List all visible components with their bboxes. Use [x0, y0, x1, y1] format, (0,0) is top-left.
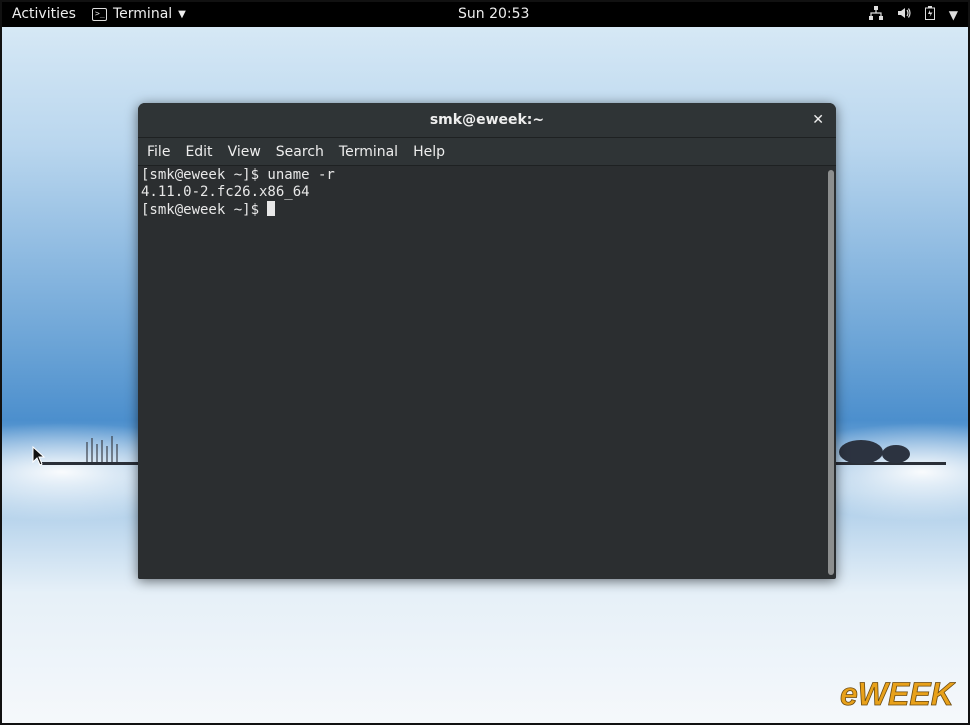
scrollbar[interactable]: [828, 170, 834, 575]
menu-edit[interactable]: Edit: [185, 144, 212, 160]
close-icon[interactable]: ✕: [812, 103, 824, 138]
system-tray[interactable]: ▼: [868, 6, 958, 23]
desktop-background: Activities >_ Terminal ▼ Sun 20:53 ▼ smk…: [0, 0, 970, 725]
top-bar: Activities >_ Terminal ▼ Sun 20:53 ▼: [2, 2, 968, 27]
text-cursor: [267, 201, 276, 216]
window-titlebar[interactable]: smk@eweek:~ ✕: [138, 103, 836, 138]
system-menu-icon: ▼: [948, 7, 958, 22]
volume-icon: [897, 6, 911, 23]
horizon-trees-right: [836, 434, 946, 470]
chevron-down-icon: ▼: [178, 8, 186, 20]
terminal-icon: >_: [92, 7, 107, 21]
network-icon: [868, 6, 883, 23]
horizon-trees-left: [42, 434, 142, 470]
clock[interactable]: Sun 20:53: [458, 6, 529, 22]
battery-icon: [924, 6, 935, 23]
app-menu[interactable]: >_ Terminal ▼: [92, 6, 186, 22]
mouse-pointer-icon: [32, 445, 46, 470]
activities-button[interactable]: Activities: [12, 6, 76, 22]
terminal-prompt: [smk@eweek ~]$: [141, 202, 268, 218]
eweek-logo: eWEEK: [836, 673, 957, 717]
svg-text:eWEEK: eWEEK: [840, 676, 956, 712]
menu-bar: File Edit View Search Terminal Help: [138, 138, 836, 166]
window-title: smk@eweek:~: [429, 112, 545, 128]
terminal-output[interactable]: [smk@eweek ~]$ uname -r 4.11.0-2.fc26.x8…: [138, 167, 828, 579]
menu-view[interactable]: View: [228, 144, 261, 160]
menu-terminal[interactable]: Terminal: [339, 144, 398, 160]
terminal-line: 4.11.0-2.fc26.x86_64: [141, 184, 310, 200]
menu-help[interactable]: Help: [413, 144, 445, 160]
menu-file[interactable]: File: [147, 144, 170, 160]
app-menu-label: Terminal: [113, 6, 173, 22]
terminal-line: [smk@eweek ~]$ uname -r: [141, 167, 335, 183]
terminal-prompt-line: [smk@eweek ~]$: [141, 201, 825, 219]
menu-search[interactable]: Search: [276, 144, 324, 160]
terminal-window[interactable]: smk@eweek:~ ✕ File Edit View Search Term…: [138, 103, 836, 579]
